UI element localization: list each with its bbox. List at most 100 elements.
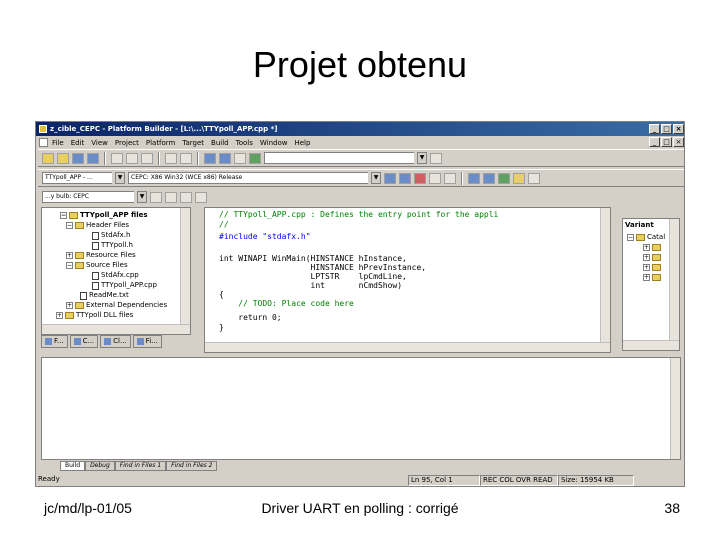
mdi-close-button[interactable]: × xyxy=(673,137,684,147)
tab-catalog-view[interactable]: C... xyxy=(69,335,99,348)
tree-item[interactable]: + xyxy=(643,264,661,271)
project-combo[interactable]: TTYpoll_APP - ... xyxy=(42,172,112,184)
redo-icon[interactable] xyxy=(180,152,192,164)
tree-item[interactable]: − Source Files xyxy=(66,261,128,270)
find-in-files-icon[interactable] xyxy=(249,152,261,164)
export-icon[interactable] xyxy=(513,172,525,184)
menu-platform[interactable]: Platform xyxy=(146,139,176,147)
editor-horizontal-scrollbar[interactable] xyxy=(205,342,610,352)
expand-icon[interactable]: + xyxy=(643,254,650,261)
windows-icon[interactable] xyxy=(234,152,246,164)
save-icon[interactable] xyxy=(72,152,84,164)
menu-edit[interactable]: Edit xyxy=(71,139,85,147)
code-editor[interactable]: // TTYpoll_APP.cpp : Defines the entry p… xyxy=(204,207,611,353)
tab-feature-view[interactable]: Fi... xyxy=(132,335,162,348)
tree-item[interactable]: + TTYpoll DLL files xyxy=(56,311,133,320)
collapse-icon[interactable]: − xyxy=(66,222,73,229)
workspace-icon[interactable] xyxy=(204,152,216,164)
tree-item[interactable]: + External Dependencies xyxy=(66,301,167,310)
output-panel[interactable] xyxy=(41,357,681,460)
output-icon[interactable] xyxy=(219,152,231,164)
menu-file[interactable]: File xyxy=(52,139,64,147)
folder-icon xyxy=(75,302,84,309)
chevron-down-icon[interactable]: ▼ xyxy=(115,172,125,184)
collapse-icon[interactable]: − xyxy=(66,262,73,269)
workspace-vertical-scrollbar[interactable] xyxy=(180,208,190,334)
tab-find-in-files-1[interactable]: Find in Files 1 xyxy=(114,461,167,471)
tree-item[interactable]: + xyxy=(643,274,661,281)
expand-icon[interactable]: + xyxy=(66,252,73,259)
open-folder-icon[interactable] xyxy=(57,152,69,164)
save-all-icon[interactable] xyxy=(87,152,99,164)
tree-item[interactable]: − Catal xyxy=(627,233,665,242)
menu-target[interactable]: Target xyxy=(182,139,204,147)
find-icon[interactable] xyxy=(430,152,442,164)
tab-debug[interactable]: Debug xyxy=(85,461,115,471)
tab-file-view[interactable]: F... xyxy=(41,335,68,348)
cut-icon[interactable] xyxy=(111,152,123,164)
chevron-down-icon[interactable]: ▼ xyxy=(137,191,147,203)
tree-item[interactable]: TTYpoll_APP.cpp xyxy=(92,281,157,290)
breakpoint-icon[interactable] xyxy=(444,172,456,184)
maximize-button[interactable]: □ xyxy=(661,124,672,134)
workspace-horizontal-scrollbar[interactable] xyxy=(42,324,190,334)
variant-horizontal-scrollbar[interactable] xyxy=(623,340,679,350)
paste-icon[interactable] xyxy=(141,152,153,164)
close-button[interactable]: × xyxy=(673,124,684,134)
tree-item[interactable]: StdAfx.cpp xyxy=(92,271,139,280)
undo-icon[interactable] xyxy=(165,152,177,164)
menu-project[interactable]: Project xyxy=(115,139,139,147)
back-icon[interactable] xyxy=(468,172,480,184)
expand-icon[interactable]: + xyxy=(643,274,650,281)
menu-view[interactable]: View xyxy=(91,139,108,147)
output-vertical-scrollbar[interactable] xyxy=(670,358,680,459)
menu-build[interactable]: Build xyxy=(211,139,229,147)
tab-find-in-files-2[interactable]: Find in Files 2 xyxy=(166,461,218,471)
compile-icon[interactable] xyxy=(384,172,396,184)
tree-item[interactable]: TTYpoll.h xyxy=(92,241,133,250)
editor-vertical-scrollbar[interactable] xyxy=(600,208,610,352)
mdi-minimize-button[interactable]: _ xyxy=(649,137,660,147)
target-device-combo[interactable]: ...y bulb: CEPC xyxy=(42,191,134,203)
stop-build-icon[interactable] xyxy=(414,172,426,184)
forward-icon[interactable] xyxy=(483,172,495,184)
tree-item[interactable]: ReadMe.txt xyxy=(80,291,129,300)
menu-help[interactable]: Help xyxy=(294,139,310,147)
collapse-icon[interactable]: − xyxy=(627,234,634,241)
home-icon[interactable] xyxy=(528,172,540,184)
image-icon[interactable] xyxy=(498,172,510,184)
menu-window[interactable]: Window xyxy=(260,139,288,147)
configuration-combo[interactable]: CEPC: X86 Win32 (WCE x86) Release xyxy=(128,172,368,184)
tree-item[interactable]: − Header Files xyxy=(66,221,129,230)
status-bar: Ready Ln 95, Col 1 REC COL OVR READ Size… xyxy=(36,474,684,486)
page-number: 38 xyxy=(664,500,680,516)
tree-item[interactable]: + Resource Files xyxy=(66,251,136,260)
detach-icon[interactable] xyxy=(195,191,207,203)
variant-vertical-scrollbar[interactable] xyxy=(669,219,679,350)
expand-icon[interactable]: + xyxy=(643,244,650,251)
chevron-down-icon[interactable]: ▼ xyxy=(417,152,427,164)
tab-label: C... xyxy=(82,337,95,345)
build-icon[interactable] xyxy=(399,172,411,184)
download-icon[interactable] xyxy=(165,191,177,203)
attach-icon[interactable] xyxy=(180,191,192,203)
minimize-button[interactable]: _ xyxy=(649,124,660,134)
menu-tools[interactable]: Tools xyxy=(236,139,253,147)
tree-item[interactable]: + xyxy=(643,244,661,251)
expand-icon[interactable]: + xyxy=(66,302,73,309)
tab-class-view[interactable]: Cl... xyxy=(100,335,131,348)
tree-item[interactable]: + xyxy=(643,254,661,261)
tab-build[interactable]: Build xyxy=(60,461,86,471)
tree-item[interactable]: StdAfx.h xyxy=(92,231,130,240)
go-icon[interactable] xyxy=(429,172,441,184)
copy-icon[interactable] xyxy=(126,152,138,164)
chevron-down-icon[interactable]: ▼ xyxy=(371,172,381,184)
tree-root[interactable]: − TTYpoll_APP files xyxy=(60,211,148,220)
new-file-icon[interactable] xyxy=(42,152,54,164)
connect-icon[interactable] xyxy=(150,191,162,203)
expand-icon[interactable]: + xyxy=(56,312,63,319)
find-combo[interactable] xyxy=(264,152,414,164)
expand-icon[interactable]: + xyxy=(643,264,650,271)
collapse-icon[interactable]: − xyxy=(60,212,67,219)
mdi-restore-button[interactable]: □ xyxy=(661,137,672,147)
